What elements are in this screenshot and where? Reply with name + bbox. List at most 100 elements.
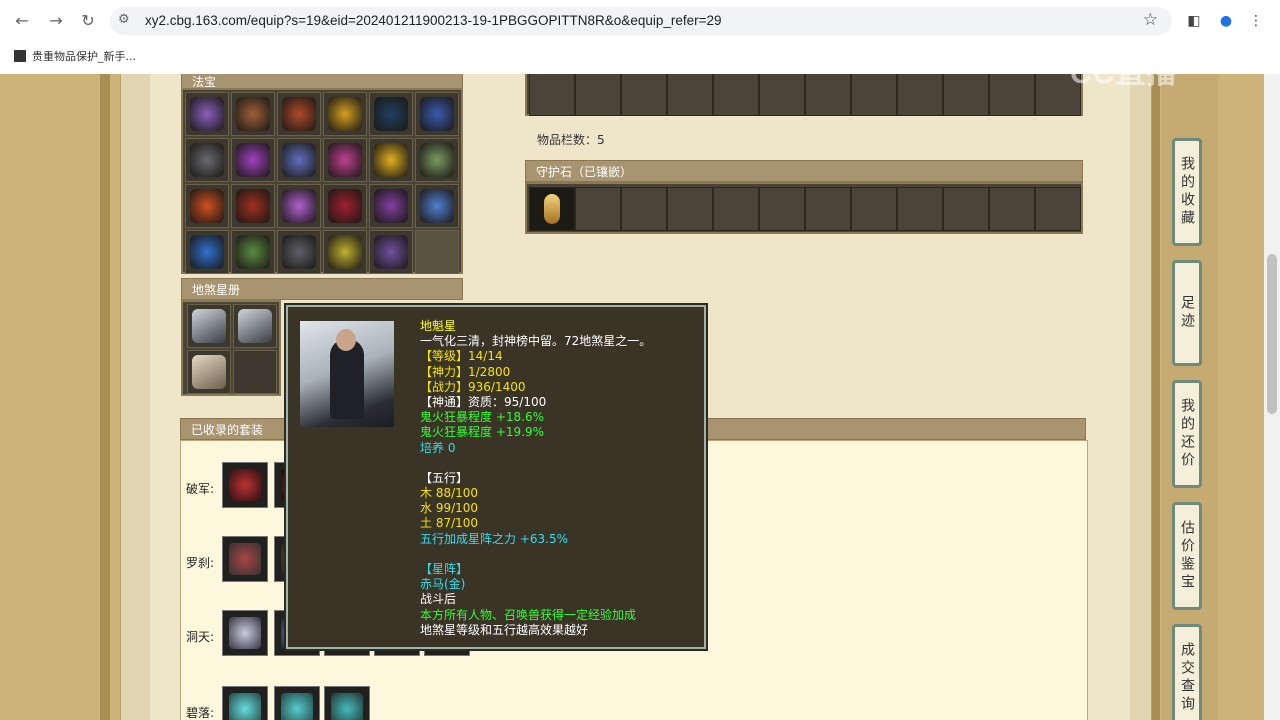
- fabao-slot[interactable]: [185, 138, 229, 182]
- item-slot: [667, 74, 713, 116]
- suit-label-dongtian: 洞天:: [186, 630, 215, 644]
- guard-stone-slot[interactable]: [529, 187, 575, 231]
- address-bar[interactable]: ⚙ xy2.cbg.163.com/equip?s=19&eid=2024012…: [110, 7, 1172, 35]
- guard-header: 守护石（已镶嵌）: [525, 160, 1083, 182]
- suit-item[interactable]: [324, 686, 370, 720]
- guard-empty-slot: [1035, 187, 1081, 231]
- fabao-slot[interactable]: [369, 138, 413, 182]
- forward-arrow-icon[interactable]: →: [44, 9, 68, 33]
- sidebar-item-my-offers[interactable]: 我的还价: [1172, 380, 1202, 488]
- guard-empty-slot: [851, 187, 897, 231]
- fabao-slot[interactable]: [231, 184, 275, 228]
- suit-item[interactable]: [222, 536, 268, 582]
- disha-empty-slot: [233, 350, 277, 394]
- sidebar-item-deal-query[interactable]: 成交查询: [1172, 624, 1202, 720]
- fabao-slot[interactable]: [185, 184, 229, 228]
- bookmark-star-icon[interactable]: ☆: [1143, 10, 1158, 30]
- fabao-slot[interactable]: [277, 92, 321, 136]
- fabao-item-icon: [236, 143, 270, 177]
- disha-star-slot[interactable]: [187, 304, 231, 348]
- xingzhen-effect: 本方所有人物、召唤兽获得一定经验加成: [420, 607, 637, 622]
- scroll-thumb[interactable]: [1267, 254, 1277, 414]
- sidebar-item-favorites[interactable]: 我的收藏: [1172, 138, 1202, 246]
- bookmark-item[interactable]: 贵重物品保护_新手...: [14, 48, 136, 64]
- disha-star-slot[interactable]: [233, 304, 277, 348]
- guard-empty-slot: [759, 187, 805, 231]
- url-text[interactable]: xy2.cbg.163.com/equip?s=19&eid=202401211…: [145, 13, 722, 28]
- fabao-item-icon: [328, 189, 362, 223]
- suit-item[interactable]: [222, 610, 268, 656]
- item-slot: [575, 74, 621, 116]
- fabao-slot[interactable]: [277, 230, 321, 274]
- fabao-slot[interactable]: [415, 184, 459, 228]
- fabao-slot[interactable]: [369, 184, 413, 228]
- fabao-slot[interactable]: [185, 92, 229, 136]
- fabao-item-icon: [420, 143, 454, 177]
- fabao-slot[interactable]: [323, 184, 367, 228]
- sidebar-item-history[interactable]: 足迹: [1172, 260, 1202, 366]
- xingzhen-title: 【星阵】: [420, 562, 469, 576]
- left-border: [100, 74, 110, 720]
- profile-icon[interactable]: ●: [1214, 9, 1238, 33]
- fabao-item-icon: [328, 97, 362, 131]
- guard-title: 守护石（已镶嵌）: [536, 165, 633, 179]
- portrait-figure: [330, 339, 364, 419]
- fabao-item-icon: [374, 143, 408, 177]
- fabao-item-icon: [282, 235, 316, 269]
- guard-empty-slot: [943, 187, 989, 231]
- fabao-slot[interactable]: [323, 230, 367, 274]
- item-slot: [805, 74, 851, 116]
- guard-empty-slot: [989, 187, 1035, 231]
- suit-item[interactable]: [222, 686, 268, 720]
- site-settings-icon[interactable]: ⚙: [118, 12, 130, 27]
- disha-grid: [181, 300, 281, 396]
- portrait-head: [336, 329, 356, 351]
- tooltip-text: 地魁星 一气化三清，封神榜中留。72地煞星之一。 【等级】14/14 【神力】1…: [420, 319, 702, 638]
- suit-item[interactable]: [222, 462, 268, 508]
- fabao-item-icon: [236, 189, 270, 223]
- bookmark-label[interactable]: 贵重物品保护_新手...: [32, 50, 136, 63]
- item-slot: [713, 74, 759, 116]
- armor-icon: [229, 543, 261, 575]
- fabao-slot[interactable]: [415, 138, 459, 182]
- back-arrow-icon[interactable]: ←: [10, 9, 34, 33]
- fabao-title: 法宝: [192, 75, 217, 89]
- fabao-item-icon: [282, 189, 316, 223]
- sidebar-item-appraisal[interactable]: 估价鉴宝: [1172, 502, 1202, 610]
- star-shentong: 【神通】资质：95/100: [420, 394, 547, 409]
- wuxing-mu: 木 88/100: [420, 486, 479, 501]
- fabao-item-icon: [282, 143, 316, 177]
- fabao-item-icon: [190, 235, 224, 269]
- fabao-slot[interactable]: [369, 92, 413, 136]
- menu-dots-icon[interactable]: ⋮: [1244, 9, 1268, 33]
- fabao-slot[interactable]: [323, 92, 367, 136]
- item-slot: [897, 74, 943, 116]
- fabao-slot[interactable]: [369, 230, 413, 274]
- fabao-slot[interactable]: [323, 138, 367, 182]
- fabao-item-icon: [190, 189, 224, 223]
- fabao-slot[interactable]: [231, 92, 275, 136]
- fabao-item-icon: [328, 143, 362, 177]
- star-peiyang: 培养 0: [420, 440, 456, 455]
- disha-title: 地煞星册: [192, 283, 241, 297]
- side-panel-icon[interactable]: ◧: [1182, 9, 1206, 33]
- reload-icon[interactable]: ↻: [76, 9, 100, 33]
- suit-item[interactable]: [274, 686, 320, 720]
- star-portrait-icon: [192, 355, 226, 389]
- fabao-slot[interactable]: [231, 138, 275, 182]
- fabao-slot[interactable]: [185, 230, 229, 274]
- watermark-logo: CC直播: [1070, 57, 1178, 90]
- fabao-slot[interactable]: [231, 230, 275, 274]
- fabao-slot[interactable]: [415, 92, 459, 136]
- star-attr1: 鬼火狂暴程度 +18.6%: [420, 410, 544, 425]
- page-scrollbar[interactable]: [1264, 74, 1280, 720]
- fabao-slot[interactable]: [277, 184, 321, 228]
- disha-star-slot[interactable]: [187, 350, 231, 394]
- star-attr2: 鬼火狂暴程度 +19.9%: [420, 425, 544, 440]
- item-slot: [621, 74, 667, 116]
- guard-grid: [525, 182, 1083, 234]
- fabao-slot[interactable]: [277, 138, 321, 182]
- wuxing-title: 【五行】: [420, 470, 469, 485]
- fabao-grid: [181, 88, 463, 274]
